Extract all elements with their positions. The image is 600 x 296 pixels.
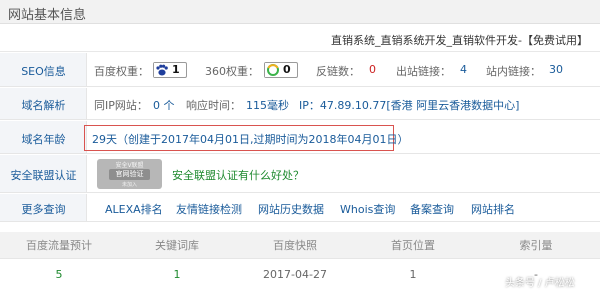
seal-top-text: 安全V联盟 <box>115 162 144 169</box>
seal-bottom-text: 未加入 <box>121 182 137 188</box>
same-ip-label: 同IP网站： <box>94 99 148 112</box>
link-alexa-rank[interactable]: ALEXA排名 <box>105 201 163 217</box>
baidu-weight-badge[interactable]: 1 <box>153 62 187 78</box>
cell-keywords[interactable]: 1 <box>118 260 236 290</box>
domain-age-label: 域名年龄 <box>21 133 66 146</box>
alliance-benefit-link[interactable]: 安全联盟认证有什么好处？ <box>172 167 304 183</box>
seo-label: SEO信息 <box>21 65 66 78</box>
link-whois[interactable]: Whois查询 <box>340 201 395 217</box>
panel-header: 网站基本信息 <box>0 0 600 24</box>
panel-title: 网站基本信息 <box>8 8 87 23</box>
site-name: 直销系统_直销系统开发_直销软件开发-【免费试用】 <box>331 34 588 47</box>
alliance-seal-icon[interactable]: 安全V联盟 官网验证 未加入 <box>97 159 162 189</box>
header-index-count: 索引量 <box>519 239 553 252</box>
backlinks-value[interactable]: 0 <box>369 63 376 76</box>
more-queries-label: 更多查询 <box>21 203 66 216</box>
360-weight-value: 0 <box>283 63 291 76</box>
cell-baidu-traffic[interactable]: 5 <box>0 260 118 290</box>
360-weight-label: 360权重： <box>205 65 259 78</box>
watermark-text: 头条号 / 卢松松 <box>505 278 575 289</box>
same-ip-value[interactable]: 0 个 <box>153 97 175 113</box>
ip-address[interactable]: IP：47.89.10.77[香港 阿里云香港数据中心] <box>299 97 519 113</box>
link-site-history[interactable]: 网站历史数据 <box>258 201 324 217</box>
link-icp-record[interactable]: 备案查询 <box>410 201 454 217</box>
domain-age-row: 域名年龄 29天（创建于2017年04月01日,过期时间为2018年04月01日… <box>0 121 600 154</box>
inlinks-value[interactable]: 30 <box>549 63 563 76</box>
outlinks-label: 出站链接： <box>396 65 451 78</box>
link-friend-links[interactable]: 友情链接检测 <box>176 201 242 217</box>
inlinks-label: 站内链接： <box>486 65 541 78</box>
baidu-paw-icon <box>154 63 170 77</box>
response-time-label: 响应时间： <box>186 99 241 112</box>
header-keywords: 关键词库 <box>155 239 199 252</box>
site-name-bar: 直销系统_直销系统开发_直销软件开发-【免费试用】 <box>0 25 600 52</box>
more-queries-row: 更多查询 ALEXA排名 友情链接检测 网站历史数据 Whois查询 备案查询 … <box>0 194 600 222</box>
security-alliance-label: 安全联盟认证 <box>10 169 77 182</box>
cell-baidu-snapshot: 2017-04-27 <box>263 268 327 281</box>
360-logo-icon <box>265 63 281 77</box>
stats-table-header: 百度流量预计 关键词库 百度快照 首页位置 索引量 <box>0 232 600 259</box>
domain-age-text: 29天（创建于2017年04月01日,过期时间为2018年04月01日） <box>92 133 409 146</box>
360-weight-badge[interactable]: 0 <box>264 62 298 78</box>
seal-middle-text: 官网验证 <box>109 169 150 180</box>
header-baidu-snapshot: 百度快照 <box>273 239 317 252</box>
outlinks-value[interactable]: 4 <box>460 63 467 76</box>
backlinks-label: 反链数： <box>316 65 360 78</box>
link-site-rank[interactable]: 网站排名 <box>471 201 515 217</box>
response-time-value: 115毫秒 <box>246 99 289 112</box>
dns-row: 域名解析 同IP网站： 0 个 响应时间： 115毫秒 IP：47.89.10.… <box>0 88 600 120</box>
header-baidu-traffic: 百度流量预计 <box>26 239 92 252</box>
cell-homepage-position: 1 <box>409 268 417 281</box>
baidu-weight-label: 百度权重： <box>94 65 149 78</box>
security-alliance-row: 安全联盟认证 安全V联盟 官网验证 未加入 安全联盟认证有什么好处？ <box>0 155 600 193</box>
baidu-weight-value: 1 <box>172 63 180 76</box>
dns-label: 域名解析 <box>21 99 66 112</box>
seo-row: SEO信息 百度权重： 1 360权重： 0 反链数： 0 出站链接： 4 站内… <box>0 53 600 87</box>
header-homepage-position: 首页位置 <box>391 239 435 252</box>
